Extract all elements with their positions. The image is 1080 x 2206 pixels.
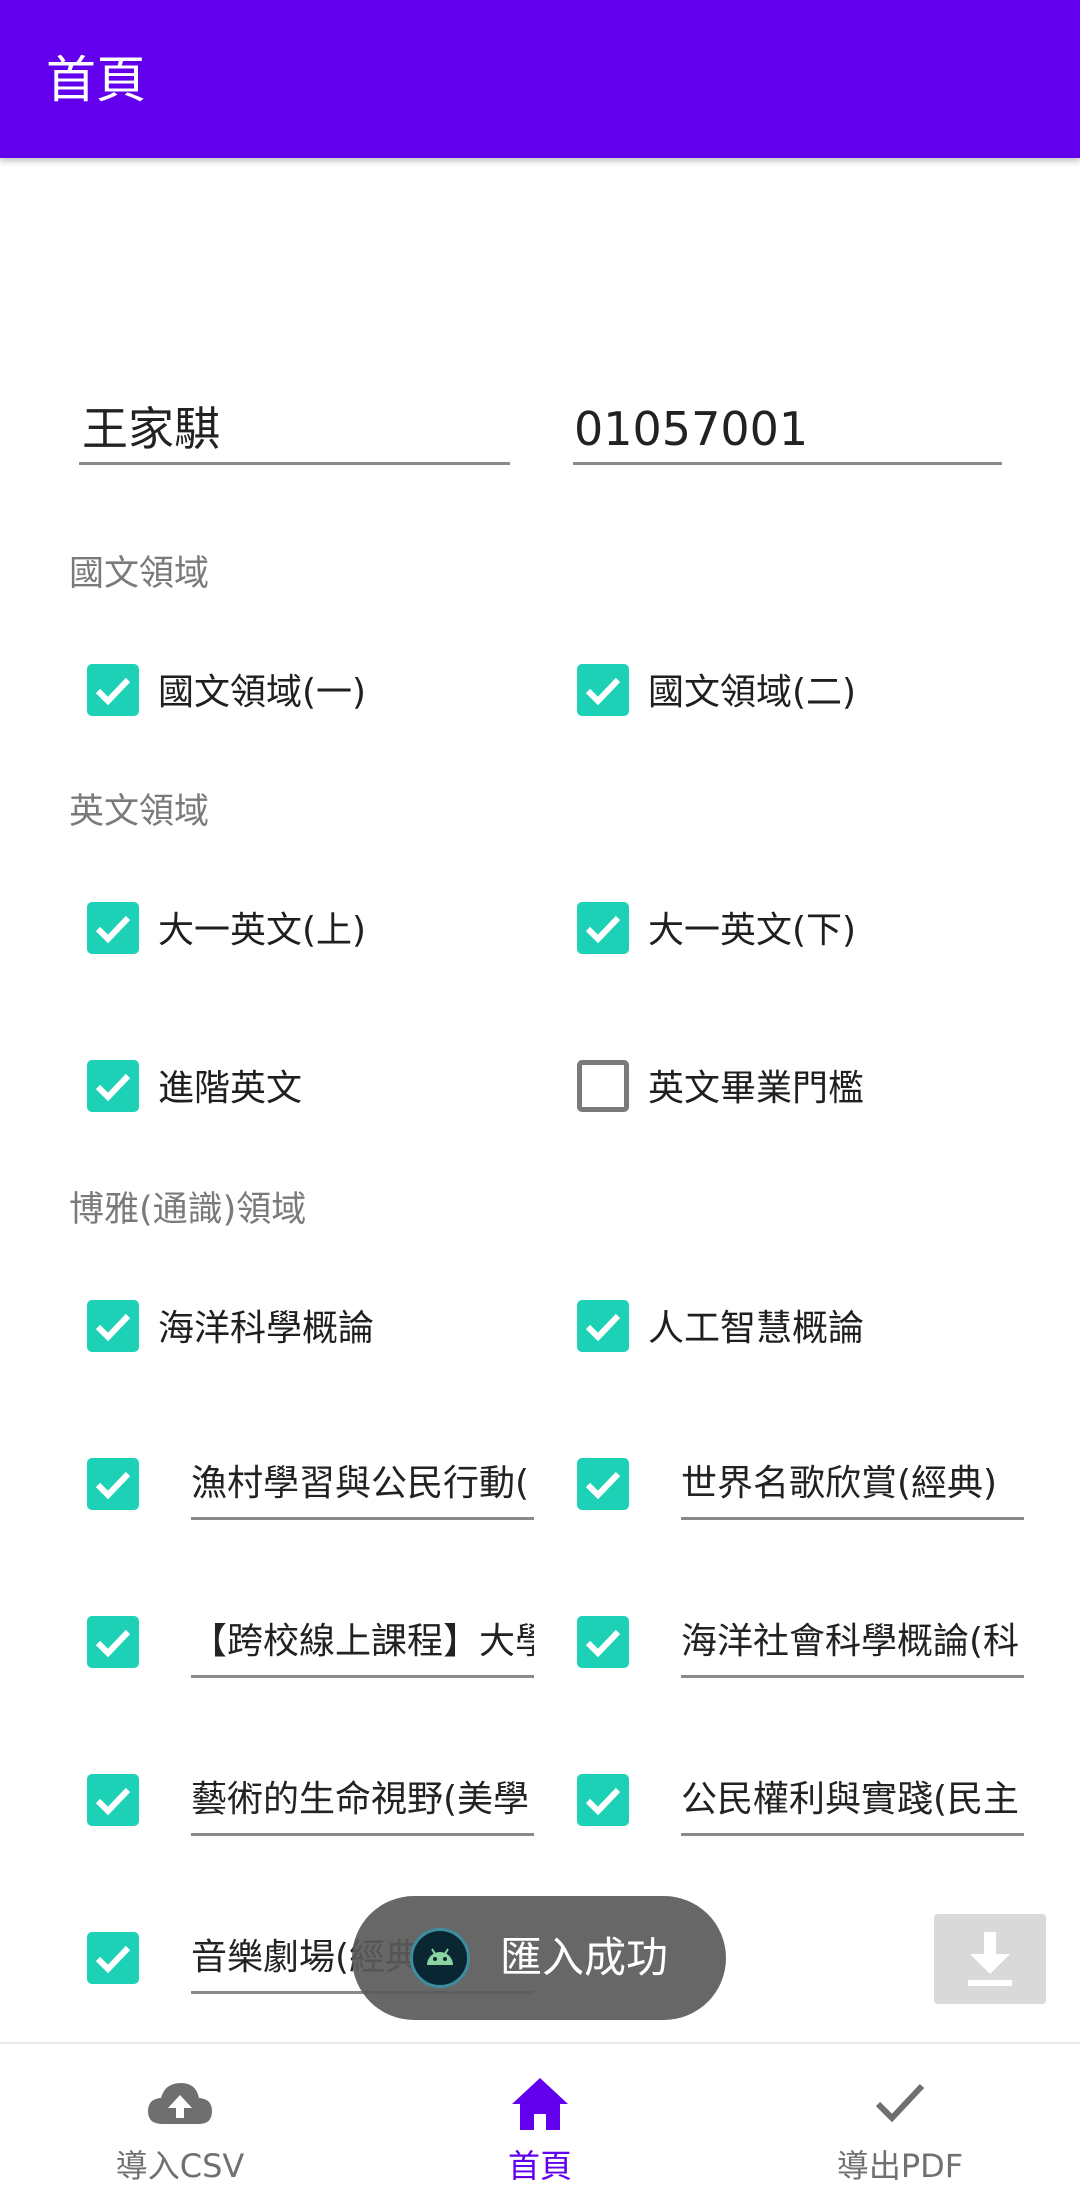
section-english: 英文領域 bbox=[69, 792, 210, 832]
home-icon bbox=[512, 2078, 568, 2130]
checkbox-elective-3[interactable] bbox=[87, 1616, 139, 1668]
section-chinese: 國文領域 bbox=[69, 554, 210, 594]
check-icon bbox=[585, 1787, 621, 1816]
check-icon bbox=[95, 915, 131, 944]
download-button[interactable] bbox=[934, 1914, 1046, 2004]
page-title: 首頁 bbox=[46, 51, 146, 109]
elective-field-1[interactable]: 漁村學習與公民行動( bbox=[191, 1451, 534, 1520]
checkbox-elective-1[interactable] bbox=[87, 1458, 139, 1510]
student-id-field[interactable]: 01057001 bbox=[573, 396, 1002, 465]
nav-label-export: 導出PDF bbox=[836, 2147, 964, 2185]
checkbox-label-chinese-2: 國文領域(二) bbox=[648, 672, 857, 713]
checkbox-label-chinese-1: 國文領域(一) bbox=[158, 672, 367, 713]
elective-field-3[interactable]: 【跨校線上課程】大學 bbox=[191, 1609, 534, 1678]
section-liberal-arts: 博雅(通識)領域 bbox=[69, 1190, 307, 1230]
checkbox-english-2[interactable] bbox=[577, 902, 629, 954]
toast-message: 匯入成功 bbox=[500, 1933, 669, 1982]
checkbox-chinese-2[interactable] bbox=[577, 664, 629, 716]
checkbox-elective-6[interactable] bbox=[577, 1774, 629, 1826]
checkbox-elective-7[interactable] bbox=[87, 1932, 139, 1984]
checkbox-label-english-graduation: 英文畢業門檻 bbox=[648, 1068, 865, 1109]
checkbox-label-ai-intro: 人工智慧概論 bbox=[648, 1308, 865, 1349]
checkbox-ocean-science[interactable] bbox=[87, 1300, 139, 1352]
nav-home[interactable]: 首頁 bbox=[360, 2044, 720, 2206]
toast-notification: 匯入成功 bbox=[352, 1896, 726, 2020]
checkbox-elective-2[interactable] bbox=[577, 1458, 629, 1510]
checkbox-label-english-1: 大一英文(上) bbox=[158, 910, 367, 951]
nav-import-csv[interactable]: 導入CSV bbox=[0, 2044, 360, 2206]
check-icon bbox=[875, 2083, 925, 2123]
check-icon bbox=[585, 915, 621, 944]
checkbox-english-1[interactable] bbox=[87, 902, 139, 954]
bottom-navigation: 導入CSV 首頁 導出PDF bbox=[0, 2042, 1080, 2206]
check-icon bbox=[95, 1787, 131, 1816]
check-icon bbox=[95, 1471, 131, 1500]
check-icon bbox=[95, 677, 131, 706]
check-icon bbox=[95, 1629, 131, 1658]
checkbox-label-ocean-science: 海洋科學概論 bbox=[158, 1308, 375, 1349]
check-icon bbox=[585, 1471, 621, 1500]
nav-label-home: 首頁 bbox=[507, 2147, 572, 2185]
check-icon bbox=[585, 1313, 621, 1342]
app-bar: 首頁 bbox=[0, 0, 1080, 158]
check-icon bbox=[585, 1629, 621, 1658]
check-icon bbox=[585, 677, 621, 706]
checkbox-english-graduation[interactable] bbox=[577, 1060, 629, 1112]
checkbox-elective-4[interactable] bbox=[577, 1616, 629, 1668]
elective-field-6[interactable]: 公民權利與實踐(民主 bbox=[681, 1767, 1024, 1836]
elective-field-5[interactable]: 藝術的生命視野(美學 bbox=[191, 1767, 534, 1836]
student-name-field[interactable]: 王家騏 bbox=[79, 396, 510, 465]
checkbox-label-english-advanced: 進階英文 bbox=[158, 1068, 303, 1109]
elective-field-4[interactable]: 海洋社會科學概論(科 bbox=[681, 1609, 1024, 1678]
download-icon bbox=[968, 1932, 1012, 1986]
checkbox-english-advanced[interactable] bbox=[87, 1060, 139, 1112]
check-icon bbox=[95, 1945, 131, 1974]
elective-field-2[interactable]: 世界名歌欣賞(經典) bbox=[681, 1451, 1024, 1520]
nav-export-pdf[interactable]: 導出PDF bbox=[720, 2044, 1080, 2206]
check-icon bbox=[95, 1313, 131, 1342]
android-icon bbox=[410, 1928, 470, 1988]
checkbox-ai-intro[interactable] bbox=[577, 1300, 629, 1352]
checkbox-label-english-2: 大一英文(下) bbox=[648, 910, 857, 951]
nav-label-import: 導入CSV bbox=[115, 2147, 245, 2185]
check-icon bbox=[95, 1073, 131, 1102]
checkbox-elective-5[interactable] bbox=[87, 1774, 139, 1826]
checkbox-chinese-1[interactable] bbox=[87, 664, 139, 716]
cloud-upload-icon bbox=[148, 2083, 212, 2124]
